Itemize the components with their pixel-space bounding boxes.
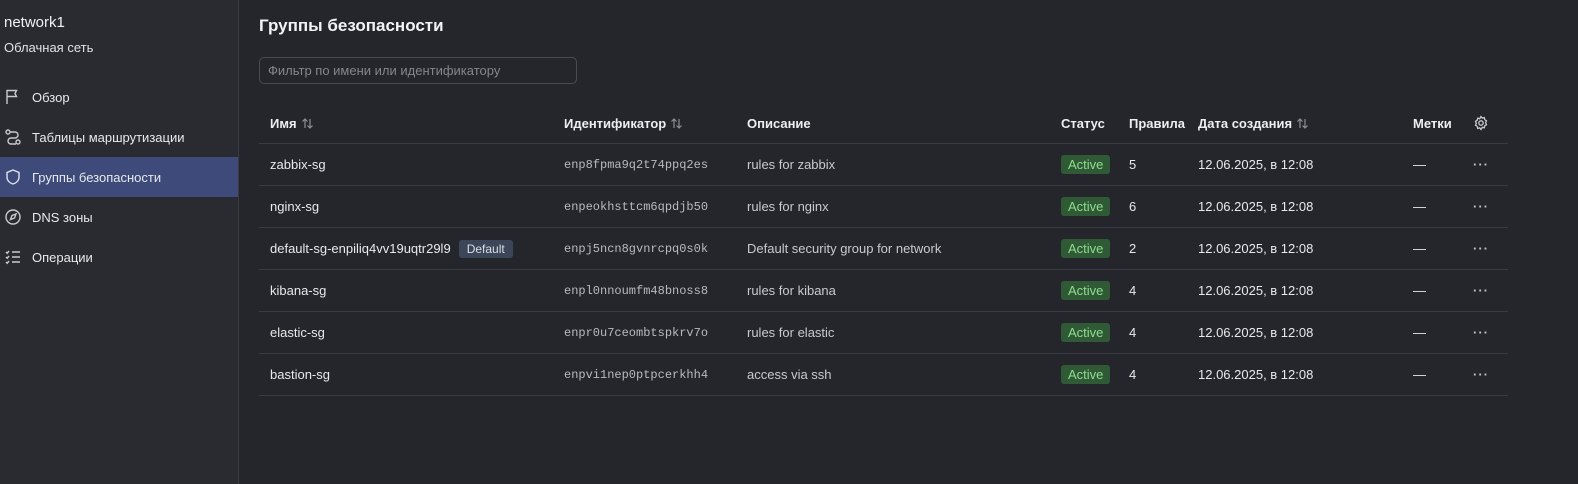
sg-labels: — xyxy=(1413,157,1426,172)
flag-icon xyxy=(4,88,22,106)
column-header-description: Описание xyxy=(747,115,811,131)
sg-created-date: 12.06.2025, в 12:08 xyxy=(1198,241,1314,256)
sg-created-date: 12.06.2025, в 12:08 xyxy=(1198,325,1314,340)
sidebar-item-label: DNS зоны xyxy=(32,209,93,225)
sidebar-item-route-tables[interactable]: Таблицы маршрутизации xyxy=(0,117,238,157)
column-header-name[interactable]: Имя xyxy=(270,103,314,143)
sidebar-item-label: Операции xyxy=(32,249,93,265)
table-header: Имя Идентификатор Описание Статус Правил… xyxy=(259,103,1508,144)
column-label: Дата создания xyxy=(1198,115,1293,131)
sg-name[interactable]: default-sg-enpiliq4vv19uqtr29l9 xyxy=(270,241,451,256)
sg-id: enpeokhsttcm6qpdjb50 xyxy=(564,199,709,214)
gear-icon[interactable] xyxy=(1473,115,1489,131)
list-icon xyxy=(4,248,22,266)
sg-labels: — xyxy=(1413,325,1426,340)
security-groups-table: Имя Идентификатор Описание Статус Правил… xyxy=(259,103,1508,396)
column-header-id[interactable]: Идентификатор xyxy=(564,103,683,143)
filter-input[interactable] xyxy=(259,57,577,84)
network-type: Облачная сеть xyxy=(4,40,94,55)
sg-name[interactable]: elastic-sg xyxy=(270,325,325,340)
sg-name[interactable]: nginx-sg xyxy=(270,199,319,214)
sg-rules-count: 2 xyxy=(1129,241,1137,256)
more-actions-button[interactable]: ··· xyxy=(1473,241,1489,256)
more-actions-button[interactable]: ··· xyxy=(1473,199,1489,214)
sg-description: rules for nginx xyxy=(747,199,829,214)
status-badge: Active xyxy=(1061,239,1111,258)
sg-description: rules for zabbix xyxy=(747,157,836,172)
sidebar-item-overview[interactable]: Обзор xyxy=(0,77,238,117)
more-actions-button[interactable]: ··· xyxy=(1473,283,1489,298)
status-badge: Active xyxy=(1061,365,1111,384)
sg-labels: — xyxy=(1413,241,1426,256)
more-actions-button[interactable]: ··· xyxy=(1473,325,1489,340)
sg-labels: — xyxy=(1413,199,1426,214)
sidebar-item-operations[interactable]: Операции xyxy=(0,237,238,277)
table-row[interactable]: nginx-sg enpeokhsttcm6qpdjb50 rules for … xyxy=(259,186,1508,228)
sg-created-date: 12.06.2025, в 12:08 xyxy=(1198,367,1314,382)
sg-rules-count: 4 xyxy=(1129,325,1137,340)
sg-rules-count: 5 xyxy=(1129,157,1137,172)
sidebar: network1 Облачная сеть Обзор Таблицы мар… xyxy=(0,0,239,484)
sidebar-item-dns-zones[interactable]: DNS зоны xyxy=(0,197,238,237)
more-actions-button[interactable]: ··· xyxy=(1473,367,1489,382)
route-icon xyxy=(4,128,22,146)
sg-labels: — xyxy=(1413,367,1426,382)
column-label: Имя xyxy=(270,115,297,131)
sidebar-item-label: Группы безопасности xyxy=(32,169,162,185)
sg-created-date: 12.06.2025, в 12:08 xyxy=(1198,283,1314,298)
sg-labels: — xyxy=(1413,283,1426,298)
default-badge: Default xyxy=(458,239,513,258)
sidebar-item-label: Таблицы маршрутизации xyxy=(32,129,185,145)
sidebar-nav: Обзор Таблицы маршрутизации Группы безоп… xyxy=(0,77,238,277)
table-row[interactable]: elastic-sg enpr0u7ceombtspkrv7o rules fo… xyxy=(259,312,1508,354)
dns-icon xyxy=(4,208,22,226)
table-row[interactable]: bastion-sg enpvi1nep0ptpcerkhh4 access v… xyxy=(259,354,1508,396)
table-row[interactable]: kibana-sg enpl0nnoumfm48bnoss8 rules for… xyxy=(259,270,1508,312)
status-badge: Active xyxy=(1061,155,1111,174)
column-label: Идентификатор xyxy=(564,115,667,131)
sg-id: enpl0nnoumfm48bnoss8 xyxy=(564,283,709,298)
table-row[interactable]: zabbix-sg enp8fpma9q2t74ppq2es rules for… xyxy=(259,144,1508,186)
column-header-status: Статус xyxy=(1061,115,1105,131)
column-header-rules: Правила xyxy=(1129,115,1185,131)
sidebar-item-security-groups[interactable]: Группы безопасности xyxy=(0,157,238,197)
sg-name[interactable]: bastion-sg xyxy=(270,367,330,382)
sort-icon[interactable] xyxy=(670,117,683,130)
status-badge: Active xyxy=(1061,281,1111,300)
sg-rules-count: 6 xyxy=(1129,199,1137,214)
sg-id: enpvi1nep0ptpcerkhh4 xyxy=(564,367,709,382)
sg-description: Default security group for network xyxy=(747,241,942,256)
page-title: Группы безопасности xyxy=(259,16,444,35)
shield-icon xyxy=(4,168,22,186)
sg-name[interactable]: kibana-sg xyxy=(270,283,326,298)
sg-id: enp8fpma9q2t74ppq2es xyxy=(564,157,709,172)
sg-created-date: 12.06.2025, в 12:08 xyxy=(1198,199,1314,214)
status-badge: Active xyxy=(1061,197,1111,216)
sg-created-date: 12.06.2025, в 12:08 xyxy=(1198,157,1314,172)
column-header-labels: Метки xyxy=(1413,115,1452,131)
sort-icon[interactable] xyxy=(301,117,314,130)
sg-id: enpr0u7ceombtspkrv7o xyxy=(564,325,709,340)
network-name: network1 xyxy=(4,14,65,31)
sidebar-item-label: Обзор xyxy=(32,89,70,105)
sg-name[interactable]: zabbix-sg xyxy=(270,157,326,172)
sort-icon[interactable] xyxy=(1296,117,1309,130)
column-header-created[interactable]: Дата создания xyxy=(1198,103,1309,143)
sg-description: rules for elastic xyxy=(747,325,835,340)
sg-rules-count: 4 xyxy=(1129,283,1137,298)
column-settings-button[interactable] xyxy=(1473,103,1489,143)
more-actions-button[interactable]: ··· xyxy=(1473,157,1489,172)
sg-description: access via ssh xyxy=(747,367,832,382)
sg-rules-count: 4 xyxy=(1129,367,1137,382)
status-badge: Active xyxy=(1061,323,1111,342)
main-content: Группы безопасности Имя Идентификатор Оп… xyxy=(239,0,1578,484)
sg-description: rules for kibana xyxy=(747,283,836,298)
sg-id: enpj5ncn8gvnrcpq0s0k xyxy=(564,241,709,256)
table-row[interactable]: default-sg-enpiliq4vv19uqtr29l9 Default … xyxy=(259,228,1508,270)
